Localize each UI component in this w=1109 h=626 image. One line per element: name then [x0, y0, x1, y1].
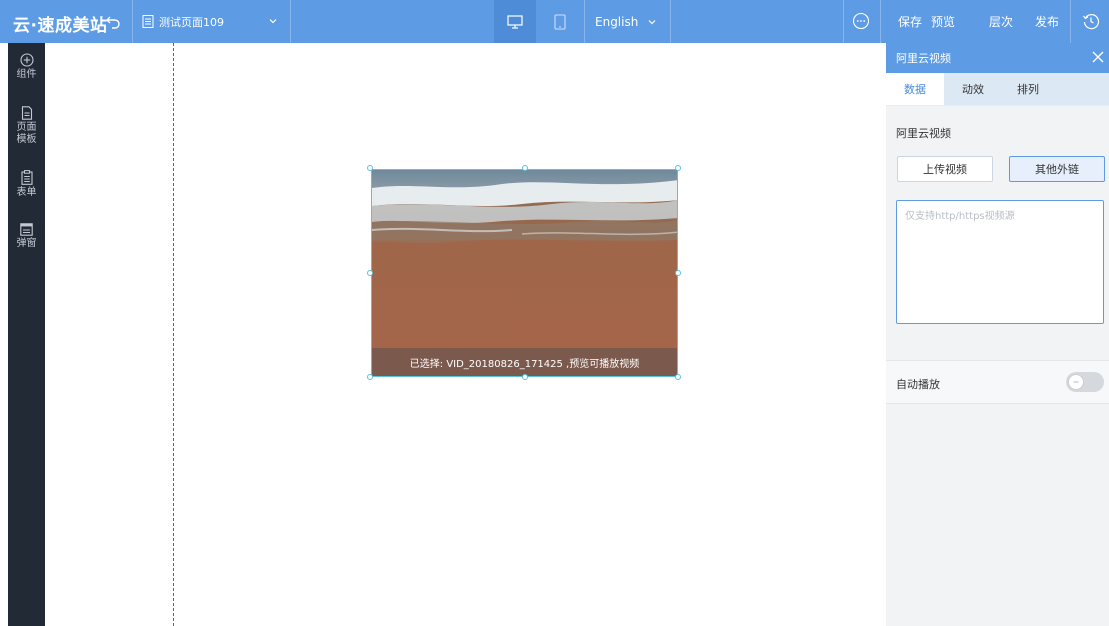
- editor-canvas[interactable]: 已选择: VID_20180826_171425 ,预览可播放视频: [45, 43, 886, 626]
- close-icon[interactable]: [1091, 50, 1105, 64]
- page-icon: [142, 15, 154, 28]
- minus-icon: [1073, 381, 1079, 383]
- plus-circle-icon: [19, 53, 34, 67]
- sidebar-item-label: 页面模板: [16, 122, 37, 145]
- history-icon[interactable]: [1082, 12, 1100, 30]
- preview-button[interactable]: 预览: [926, 0, 960, 43]
- clipboard-icon: [20, 170, 33, 185]
- properties-panel: 阿里云视频 数据 动效 排列 阿里云视频 上传视频 其他外链 自动播放: [886, 43, 1109, 626]
- document-icon: [21, 106, 32, 120]
- save-button[interactable]: 保存: [893, 0, 927, 43]
- video-caption: 已选择: VID_20180826_171425 ,预览可播放视频: [372, 348, 677, 376]
- resize-handle[interactable]: [675, 374, 681, 380]
- language-label: English: [595, 14, 639, 29]
- autoplay-label: 自动播放: [896, 378, 940, 391]
- chevron-down-icon[interactable]: [268, 16, 278, 26]
- sidebar-item-label: 弹窗: [16, 238, 37, 249]
- tab-animation[interactable]: 动效: [944, 73, 1002, 105]
- mobile-view-button[interactable]: [542, 0, 578, 43]
- resize-handle[interactable]: [675, 165, 681, 171]
- resize-handle[interactable]: [367, 374, 373, 380]
- more-options-icon[interactable]: [852, 12, 870, 30]
- window-icon: [20, 223, 33, 236]
- section-title: 阿里云视频: [896, 127, 951, 140]
- video-component[interactable]: 已选择: VID_20180826_171425 ,预览可播放视频: [371, 169, 678, 377]
- sidebar-item-popups[interactable]: 弹窗: [8, 223, 45, 250]
- panel-title: 阿里云视频: [896, 52, 951, 65]
- desktop-view-button[interactable]: [494, 0, 536, 43]
- panel-tabs: 数据 动效 排列: [886, 73, 1109, 105]
- panel-header: 阿里云视频: [886, 43, 1109, 73]
- top-toolbar: 云·速成美站 测试页面109 English 保存 预览 层次 发布: [0, 0, 1109, 43]
- page-name: 测试页面109: [159, 15, 224, 29]
- upload-video-button[interactable]: 上传视频: [897, 156, 993, 182]
- resize-handle[interactable]: [675, 270, 681, 276]
- tab-arrange[interactable]: 排列: [1002, 73, 1054, 105]
- page-selector[interactable]: 测试页面109: [142, 0, 224, 43]
- resize-handle[interactable]: [522, 374, 528, 380]
- resize-handle[interactable]: [522, 165, 528, 171]
- layout-guide-line: [173, 43, 174, 626]
- tab-data[interactable]: 数据: [886, 73, 944, 105]
- mobile-icon: [554, 13, 566, 30]
- sidebar-item-components[interactable]: 组件: [8, 53, 45, 81]
- chevron-down-icon: [648, 19, 656, 24]
- left-sidebar: 组件 页面模板 表单 弹窗: [8, 43, 45, 626]
- toggle-knob: [1068, 374, 1084, 390]
- sidebar-item-label: 组件: [16, 69, 37, 80]
- resize-handle[interactable]: [367, 270, 373, 276]
- resize-handle[interactable]: [367, 165, 373, 171]
- sidebar-item-page-templates[interactable]: 页面模板: [8, 106, 45, 146]
- sidebar-item-forms[interactable]: 表单: [8, 170, 45, 199]
- desktop-icon: [507, 14, 523, 29]
- app-logo[interactable]: 云·速成美站: [13, 11, 107, 36]
- autoplay-toggle[interactable]: [1066, 372, 1104, 392]
- publish-button[interactable]: 发布: [1030, 0, 1064, 43]
- video-poster-image: [372, 170, 677, 376]
- external-link-button[interactable]: 其他外链: [1009, 156, 1105, 182]
- undo-icon[interactable]: [104, 12, 122, 30]
- language-selector[interactable]: English: [584, 0, 657, 43]
- autoplay-row: 自动播放: [886, 361, 1109, 403]
- sidebar-item-label: 表单: [16, 187, 37, 198]
- video-url-input[interactable]: [896, 200, 1104, 324]
- layers-button[interactable]: 层次: [984, 0, 1018, 43]
